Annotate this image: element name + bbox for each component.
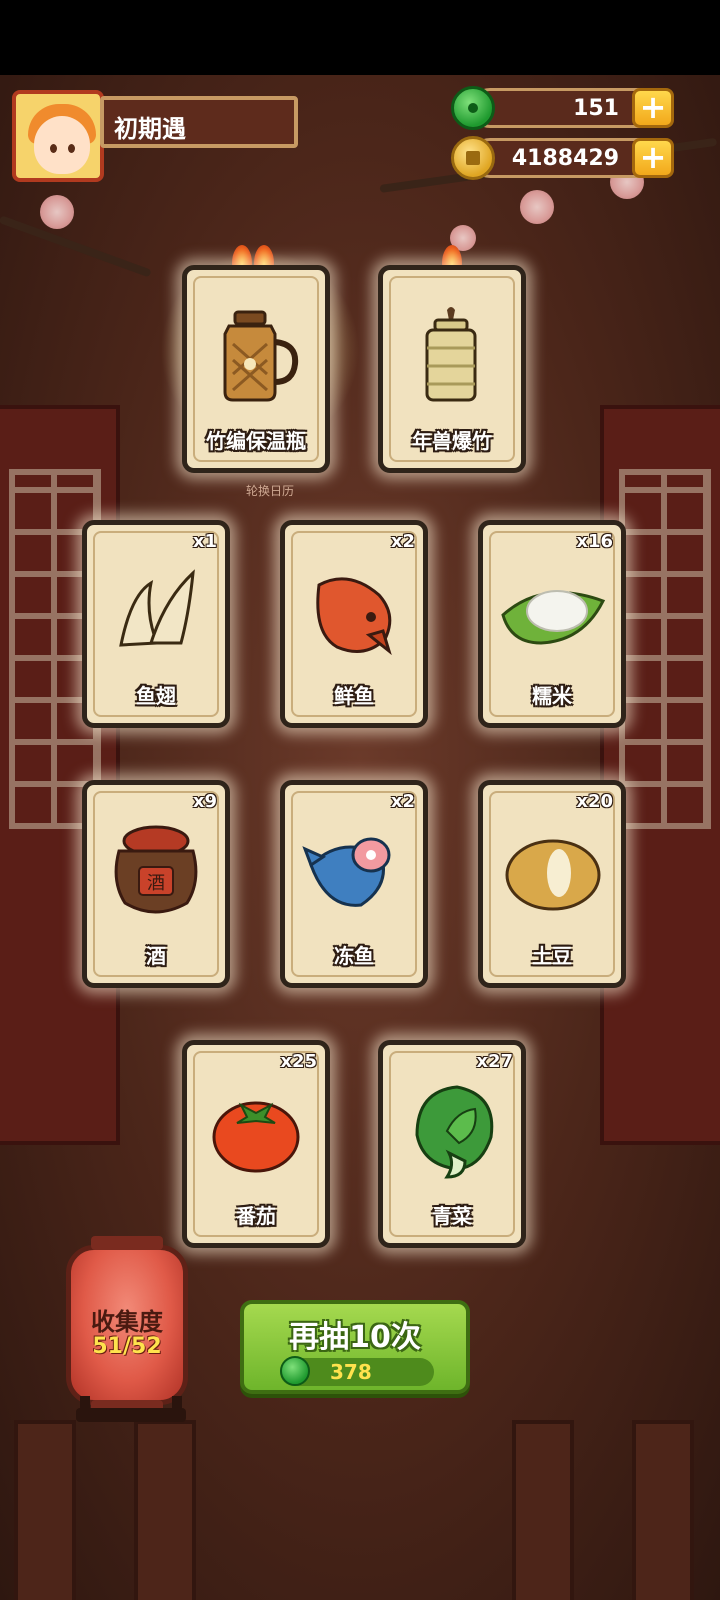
card-tomato[interactable]: x25 番茄 <box>182 1040 330 1248</box>
draw-cost: 378 <box>330 1360 372 1384</box>
right-door-decoration <box>600 405 720 1145</box>
collection-progress[interactable]: 收集度 51/52 <box>66 1236 188 1414</box>
tomato-icon <box>212 1101 300 1173</box>
frozen-fish-icon <box>302 837 391 907</box>
card-label: 年兽爆竹 <box>412 429 492 453</box>
card-label: 土豆 <box>532 944 572 968</box>
item-count: x16 <box>576 531 613 552</box>
jade-icon <box>451 86 495 130</box>
jade-icon <box>280 1356 310 1386</box>
fence-decoration <box>512 1420 574 1600</box>
firecracker-icon <box>425 307 477 402</box>
rotation-calendar-label: 轮换日历 <box>245 484 294 498</box>
card-frozen-fish[interactable]: x2 冻鱼 <box>280 780 428 988</box>
card-greens[interactable]: x27 青菜 <box>378 1040 526 1248</box>
shark-fin-icon <box>119 569 195 647</box>
card-shark-fin[interactable]: x1 鱼翅 <box>82 520 230 728</box>
player-name: 初期遇 <box>100 96 298 148</box>
jar-label: 酒 <box>147 873 165 894</box>
card-fresh-fish[interactable]: x2 鲜鱼 <box>280 520 428 728</box>
item-count: x1 <box>192 531 217 552</box>
draw-again-button[interactable]: 再抽10次 378 <box>240 1300 470 1394</box>
card-label: 冻鱼 <box>334 944 374 968</box>
branch-decoration <box>0 215 152 278</box>
fence-decoration <box>134 1420 196 1600</box>
draw-again-label: 再抽10次 <box>289 1320 421 1355</box>
card-firecracker[interactable]: 年兽爆竹 <box>378 265 526 473</box>
avatar[interactable] <box>12 90 104 182</box>
potato-icon <box>505 839 601 911</box>
card-label: 酒 <box>146 944 166 968</box>
glutinous-rice-icon <box>501 590 606 645</box>
item-count: x2 <box>390 531 415 552</box>
coin-icon <box>451 136 495 180</box>
card-potato[interactable]: x20 土豆 <box>478 780 626 988</box>
lantern-stand <box>76 1408 186 1422</box>
blossom-decoration <box>40 195 74 229</box>
add-coin-button[interactable]: + <box>632 138 674 178</box>
card-thermos[interactable]: 竹编保温瓶 <box>182 265 330 473</box>
fresh-fish-icon <box>316 577 392 656</box>
plus-icon: + <box>639 88 667 126</box>
item-count: x25 <box>280 1051 317 1072</box>
blossom-decoration <box>520 190 554 224</box>
bamboo-thermos-icon <box>223 310 299 402</box>
card-label: 青菜 <box>432 1204 472 1228</box>
card-label: 竹编保温瓶 <box>206 429 306 453</box>
collection-value: 51/52 <box>92 1334 162 1359</box>
card-label: 糯米 <box>532 684 572 708</box>
card-label: 鲜鱼 <box>334 684 374 708</box>
item-count: x2 <box>390 791 415 812</box>
card-label: 鱼翅 <box>136 684 176 708</box>
fence-decoration <box>14 1420 76 1600</box>
left-door-decoration <box>0 405 120 1145</box>
wine-jar-icon: 酒 <box>114 825 198 914</box>
card-wine[interactable]: x9 酒 酒 <box>82 780 230 988</box>
item-count: x27 <box>476 1051 513 1072</box>
fence-decoration <box>632 1420 694 1600</box>
item-count: x20 <box>576 791 613 812</box>
collection-title: 收集度 <box>91 1308 163 1336</box>
card-glutinous-rice[interactable]: x16 糯米 <box>478 520 626 728</box>
card-label: 番茄 <box>236 1204 276 1228</box>
status-bar <box>0 0 720 75</box>
plus-icon: + <box>639 138 667 176</box>
add-jade-button[interactable]: + <box>632 88 674 128</box>
bok-choy-icon <box>415 1085 494 1179</box>
item-count: x9 <box>192 791 217 812</box>
